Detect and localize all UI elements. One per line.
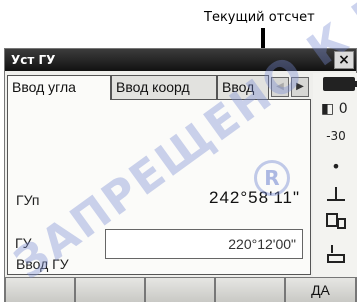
tab-angle-input[interactable]: Ввод угла <box>7 75 111 100</box>
tab-input-more[interactable]: Ввод <box>217 75 269 99</box>
current-reading-callout: Текущий отсчет <box>204 10 315 25</box>
keyboard-input-icon[interactable] <box>317 241 355 263</box>
target-icon[interactable]: ◧ 0 <box>317 101 355 123</box>
softkey-3-button[interactable] <box>145 277 215 302</box>
target-constant-value: 0 <box>338 101 348 117</box>
tab-bar: Ввод угла Ввод коорд Ввод ◀ ▶ <box>7 75 311 100</box>
azimuth-input-label: ГУ <box>15 235 32 251</box>
azimuth-input-field[interactable]: 220°12'00" <box>105 229 303 259</box>
tab-scroll-left-icon[interactable]: ◀ <box>271 77 289 97</box>
softkey-4-button[interactable] <box>215 277 285 302</box>
softkey-2-button[interactable] <box>75 277 145 302</box>
azimuth-input-section-label: Ввод ГУ <box>16 256 69 272</box>
current-azimuth-value: 242°58'11" <box>209 188 300 207</box>
prism-constant-icon[interactable]: -30 <box>317 129 355 151</box>
tilt-icon[interactable] <box>317 183 355 205</box>
laser-dot-icon[interactable]: • <box>317 157 355 179</box>
ok-button[interactable]: ДА <box>285 277 356 302</box>
set-azimuth-window: Уст ГУ × Ввод угла Ввод коорд Ввод ◀ ▶ Г… <box>4 48 357 302</box>
close-button[interactable]: × <box>334 51 354 69</box>
softkey-bar: ДА <box>5 277 356 302</box>
instrument-icon[interactable] <box>317 211 355 233</box>
window-title: Уст ГУ <box>11 53 56 67</box>
current-azimuth-label: ГУп <box>16 192 40 208</box>
prism-constant-value: -30 <box>326 129 346 143</box>
battery-icon <box>317 73 357 95</box>
status-icon-strip: ◧ 0 -30 • <box>313 73 357 277</box>
tab-scroll-right-icon[interactable]: ▶ <box>291 77 309 97</box>
softkey-1-button[interactable] <box>5 277 75 302</box>
window-titlebar: Уст ГУ × <box>5 49 356 71</box>
tab-coord-input[interactable]: Ввод коорд <box>111 75 217 99</box>
